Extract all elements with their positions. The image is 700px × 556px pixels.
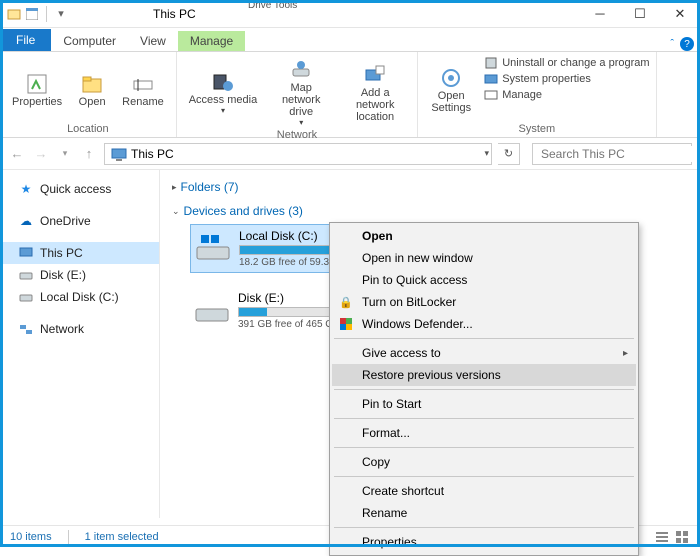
cm-bitlocker[interactable]: 🔒Turn on BitLocker (332, 291, 636, 313)
manage-link[interactable]: Manage (484, 88, 649, 102)
sidebar-item-onedrive[interactable]: ☁OneDrive (0, 210, 159, 232)
separator (46, 6, 47, 22)
separator (334, 389, 634, 390)
shield-icon (338, 316, 354, 332)
tab-computer[interactable]: Computer (51, 31, 128, 51)
drive-icon (18, 289, 34, 305)
cm-rename[interactable]: Rename (332, 502, 636, 524)
separator (334, 527, 634, 528)
thispc-icon (111, 146, 127, 162)
address-bar[interactable]: This PC ▾ (104, 143, 492, 165)
cm-copy[interactable]: Copy (332, 451, 636, 473)
maximize-button[interactable]: ☐ (620, 0, 660, 28)
search-input[interactable] (539, 146, 698, 162)
uninstall-link[interactable]: Uninstall or change a program (484, 56, 649, 70)
address-dropdown-icon[interactable]: ▾ (484, 148, 489, 159)
group-system: System (424, 123, 649, 135)
search-box[interactable]: 🔍 (532, 143, 692, 165)
map-drive-button[interactable]: Map network drive▾ (265, 56, 337, 129)
context-tab-label: Drive Tools (248, 0, 297, 11)
cm-restore-versions[interactable]: Restore previous versions (332, 364, 636, 386)
separator (334, 338, 634, 339)
address-path: This PC (131, 147, 174, 161)
nav-sidebar: ★Quick access ☁OneDrive This PC Disk (E:… (0, 170, 160, 518)
cm-format[interactable]: Format... (332, 422, 636, 444)
qat-props-icon[interactable] (24, 6, 40, 22)
separator (334, 447, 634, 448)
access-media-button[interactable]: Access media▾ (183, 56, 263, 129)
sysprops-icon (484, 72, 498, 86)
network-icon (18, 321, 34, 337)
minimize-button[interactable]: ─ (580, 0, 620, 28)
recent-dropdown[interactable]: ▾ (56, 145, 74, 163)
cm-new-window[interactable]: Open in new window (332, 247, 636, 269)
cm-pin-quick[interactable]: Pin to Quick access (332, 269, 636, 291)
sidebar-item-thispc[interactable]: This PC (0, 242, 159, 264)
drive-icon (18, 267, 34, 283)
chevron-right-icon: ▸ (623, 348, 628, 359)
folders-group-header[interactable]: ▸Folders (7) (172, 176, 688, 200)
bitlocker-icon: 🔒 (338, 294, 354, 310)
cm-pin-start[interactable]: Pin to Start (332, 393, 636, 415)
chevron-right-icon: ▸ (172, 182, 177, 193)
cloud-icon: ☁ (18, 213, 34, 229)
cm-open[interactable]: Open (332, 225, 636, 247)
separator (334, 476, 634, 477)
help-icon[interactable]: ? (680, 37, 694, 51)
manage-icon (484, 88, 498, 102)
cm-give-access[interactable]: Give access to▸ (332, 342, 636, 364)
back-button[interactable]: ← (8, 145, 26, 163)
sidebar-item-diske[interactable]: Disk (E:) (0, 264, 159, 286)
qat-dropdown-icon[interactable]: ▾ (53, 6, 69, 22)
open-settings-button[interactable]: Open Settings (424, 56, 478, 123)
tab-manage[interactable]: Manage (178, 31, 245, 51)
cm-defender[interactable]: Windows Defender... (332, 313, 636, 335)
context-menu: Open Open in new window Pin to Quick acc… (329, 222, 639, 556)
rename-button[interactable]: Rename (116, 56, 170, 123)
up-button[interactable]: ↑ (80, 145, 98, 163)
cm-properties[interactable]: Properties (332, 531, 636, 553)
tab-file[interactable]: File (0, 29, 51, 51)
cm-shortcut[interactable]: Create shortcut (332, 480, 636, 502)
app-icon (6, 6, 22, 22)
separator (334, 418, 634, 419)
drive-icon (195, 229, 231, 265)
tab-view[interactable]: View (128, 31, 178, 51)
sidebar-item-quick[interactable]: ★Quick access (0, 178, 159, 200)
ribbon-collapse-icon[interactable]: ˆ (670, 38, 674, 50)
large-icons-view-icon[interactable] (674, 529, 690, 545)
details-view-icon[interactable] (654, 529, 670, 545)
properties-button[interactable]: Properties (6, 56, 68, 123)
separator (68, 530, 69, 544)
group-network: Network (183, 129, 411, 141)
open-button[interactable]: Open (70, 56, 114, 123)
group-location: Location (6, 123, 170, 135)
chevron-down-icon: ⌄ (172, 206, 180, 217)
star-icon: ★ (18, 181, 34, 197)
add-location-button[interactable]: Add a network location (339, 56, 411, 129)
refresh-button[interactable]: ↻ (498, 143, 520, 165)
pc-icon (18, 245, 34, 261)
forward-button[interactable]: → (32, 145, 50, 163)
drives-group-header[interactable]: ⌄Devices and drives (3) (172, 200, 688, 224)
status-item-count: 10 items (10, 531, 52, 543)
drive-icon (194, 291, 230, 327)
sidebar-item-network[interactable]: Network (0, 318, 159, 340)
window-title: This PC (153, 7, 196, 21)
uninstall-icon (484, 56, 498, 70)
sidebar-item-localc[interactable]: Local Disk (C:) (0, 286, 159, 308)
close-button[interactable]: ✕ (660, 0, 700, 28)
status-selected: 1 item selected (85, 531, 159, 543)
system-props-link[interactable]: System properties (484, 72, 649, 86)
